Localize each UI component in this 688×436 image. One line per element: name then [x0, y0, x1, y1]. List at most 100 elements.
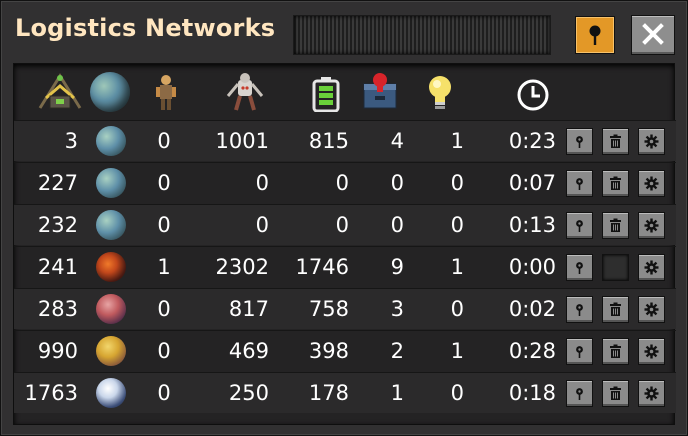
delete-button[interactable] — [602, 170, 629, 197]
charging-count: 0 — [335, 213, 349, 237]
map-pin-icon — [576, 346, 583, 358]
provider-count: 1 — [450, 129, 464, 153]
requester-count: 4 — [390, 129, 404, 153]
time-value: 0:07 — [508, 171, 556, 195]
locate-button[interactable] — [566, 380, 593, 407]
nauvis-planet-icon — [96, 168, 126, 198]
time-value: 0:23 — [508, 129, 556, 153]
requester-count: 0 — [390, 213, 404, 237]
locate-button[interactable] — [566, 254, 593, 281]
trash-icon — [610, 344, 621, 358]
provider-count: 1 — [450, 339, 464, 363]
table-row: 227 0 0 0 0 0 0:07 — [14, 162, 676, 203]
settings-button[interactable] — [638, 170, 665, 197]
planet-icon — [90, 72, 130, 112]
construction-robot-count: 0 — [157, 381, 171, 405]
vulcanus-planet-icon — [96, 252, 126, 282]
time-value: 0:28 — [508, 339, 556, 363]
requester-count: 9 — [390, 255, 404, 279]
close-button[interactable] — [631, 15, 675, 55]
settings-button[interactable] — [638, 212, 665, 239]
map-pin-icon — [589, 25, 601, 45]
lightbulb-icon — [429, 76, 451, 109]
title-bar: Logistics Networks — [1, 1, 688, 65]
delete-button — [602, 254, 629, 281]
settings-button[interactable] — [638, 296, 665, 323]
charging-count: 815 — [308, 129, 349, 153]
trash-icon — [610, 218, 621, 232]
gear-icon — [644, 386, 659, 401]
logistic-robot-count: 1001 — [215, 129, 269, 153]
drag-handle[interactable] — [293, 15, 551, 55]
gear-icon — [644, 176, 659, 191]
network-id: 3 — [64, 129, 78, 153]
table-row: 241 1 2302 1746 9 1 0:00 — [14, 246, 676, 287]
charging-count: 0 — [335, 171, 349, 195]
battery-icon — [312, 77, 340, 112]
delete-button[interactable] — [602, 128, 629, 155]
window-title: Logistics Networks — [15, 14, 276, 42]
settings-button[interactable] — [638, 128, 665, 155]
map-pin-icon — [576, 388, 583, 400]
nauvis-planet-icon — [96, 126, 126, 156]
trash-icon — [610, 134, 621, 148]
map-pin-icon — [576, 220, 583, 232]
requester-count: 0 — [390, 171, 404, 195]
delete-button[interactable] — [602, 296, 629, 323]
charging-count: 178 — [308, 381, 349, 405]
provider-count: 0 — [450, 213, 464, 237]
nauvis-planet-icon — [96, 210, 126, 240]
gleba-planet-icon — [96, 294, 126, 324]
aquilo-planet-icon — [96, 378, 126, 408]
provider-count: 0 — [450, 381, 464, 405]
locate-button[interactable] — [566, 170, 593, 197]
close-icon — [642, 23, 664, 45]
gear-icon — [644, 344, 659, 359]
gear-icon — [644, 260, 659, 275]
pin-button[interactable] — [575, 16, 615, 54]
logistics-networks-window: Logistics Networks 3 0 1001 815 4 1 0:23… — [0, 0, 688, 436]
locate-button[interactable] — [566, 338, 593, 365]
requester-chest-icon — [363, 73, 397, 109]
trash-icon — [610, 386, 621, 400]
construction-robot-count: 0 — [157, 129, 171, 153]
construction-robot-count: 0 — [157, 171, 171, 195]
logistic-robot-count: 0 — [255, 171, 269, 195]
provider-count: 0 — [450, 171, 464, 195]
construction-robot-icon — [156, 75, 176, 110]
settings-button[interactable] — [638, 338, 665, 365]
locate-button[interactable] — [566, 212, 593, 239]
logistic-robot-count: 817 — [228, 297, 269, 321]
network-id: 990 — [37, 339, 78, 363]
construction-robot-count: 0 — [157, 339, 171, 363]
delete-button[interactable] — [602, 338, 629, 365]
charging-count: 398 — [308, 339, 349, 363]
gear-icon — [644, 302, 659, 317]
table-row: 283 0 817 758 3 0 0:02 — [14, 288, 676, 329]
map-pin-icon — [576, 304, 583, 316]
locate-button[interactable] — [566, 296, 593, 323]
table-row: 990 0 469 398 2 1 0:28 — [14, 330, 676, 371]
charging-count: 1746 — [295, 255, 349, 279]
settings-button[interactable] — [638, 254, 665, 281]
delete-button[interactable] — [602, 212, 629, 239]
network-id: 241 — [37, 255, 78, 279]
clock-icon — [517, 79, 549, 111]
time-value: 0:13 — [508, 213, 556, 237]
requester-count: 1 — [390, 381, 404, 405]
network-id: 232 — [37, 213, 78, 237]
charging-count: 758 — [308, 297, 349, 321]
table-header — [14, 64, 676, 120]
table-row: 3 0 1001 815 4 1 0:23 — [14, 120, 676, 161]
delete-button[interactable] — [602, 380, 629, 407]
settings-button[interactable] — [638, 380, 665, 407]
gear-icon — [644, 218, 659, 233]
map-pin-icon — [576, 178, 583, 190]
locate-button[interactable] — [566, 128, 593, 155]
map-pin-icon — [576, 136, 583, 148]
gear-icon — [644, 134, 659, 149]
roboport-icon — [38, 73, 82, 109]
networks-table: 3 0 1001 815 4 1 0:23 227 0 0 0 0 0 0:07… — [13, 63, 676, 425]
time-value: 0:02 — [508, 297, 556, 321]
requester-count: 3 — [390, 297, 404, 321]
